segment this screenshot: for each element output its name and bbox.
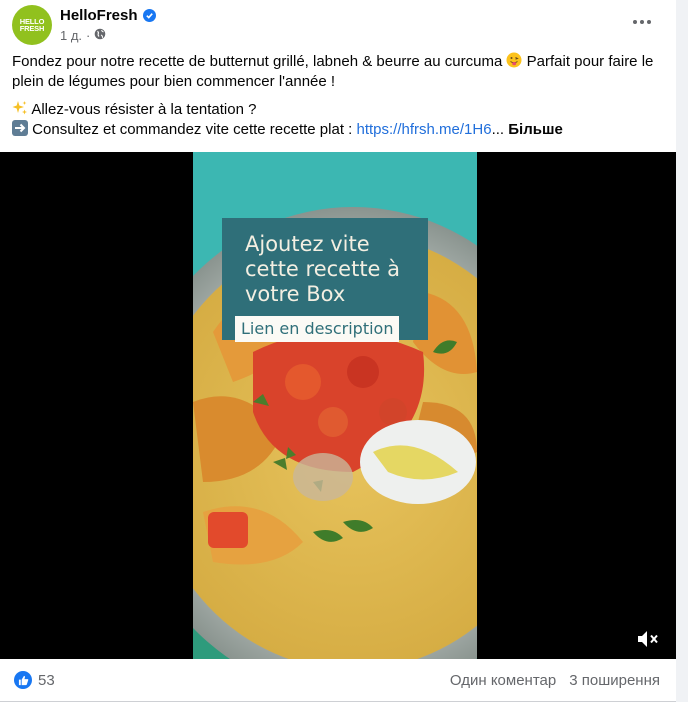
video-frame[interactable]: Ajoutez vite cette recette à votre Box L… [193, 152, 477, 659]
post-time[interactable]: 1 д. [60, 28, 82, 43]
overlay-title: Ajoutez vite cette recette à votre Box [245, 232, 401, 306]
promo-overlay: Ajoutez vite cette recette à votre Box L… [222, 218, 428, 342]
mute-icon[interactable] [636, 627, 660, 651]
facebook-post: HELLO FRESH HelloFresh 1 д. · Fondez pou… [0, 0, 676, 702]
overlay-link-button[interactable]: Lien en description [235, 316, 400, 342]
caption-paragraph-2: Allez-vous résister à la tentation ? Con… [12, 100, 667, 140]
post-header: HELLO FRESH HelloFresh 1 д. · [12, 4, 672, 48]
video-player[interactable]: Ajoutez vite cette recette à votre Box L… [0, 152, 676, 659]
shares-count[interactable]: 3 поширення [569, 672, 660, 689]
post-footer: 53 Один коментар 3 поширення [0, 660, 676, 702]
page-background [676, 0, 688, 702]
meta-separator: · [86, 28, 91, 43]
like-icon [14, 671, 32, 689]
tongue-emoji-icon [506, 52, 522, 68]
more-options-icon[interactable] [624, 10, 660, 34]
globe-icon [94, 28, 106, 43]
ellipsis: ... [491, 121, 505, 138]
right-arrow-icon [12, 120, 28, 136]
caption-text: Allez-vous résister à la tentation ? [31, 101, 257, 118]
avatar-logo-text: FRESH [19, 24, 45, 33]
reactions-summary[interactable]: 53 [14, 671, 55, 689]
recipe-link[interactable]: https://hfrsh.me/1H6 [357, 121, 492, 138]
engagement-counts: Один коментар 3 поширення [450, 672, 660, 689]
likes-count[interactable]: 53 [38, 672, 55, 689]
caption-text: Consultez et commandez vite cette recett… [32, 121, 353, 138]
page-name-row: HelloFresh [60, 7, 156, 24]
sparkles-icon [12, 100, 28, 116]
comments-count[interactable]: Один коментар [450, 672, 556, 689]
page-avatar[interactable]: HELLO FRESH [12, 5, 52, 45]
page-name[interactable]: HelloFresh [60, 7, 138, 24]
post-caption: Fondez pour notre recette de butternut g… [12, 52, 667, 140]
caption-text: Fondez pour notre recette de butternut g… [12, 53, 503, 70]
post-meta: 1 д. · [60, 28, 106, 43]
caption-paragraph-1: Fondez pour notre recette de butternut g… [12, 52, 667, 92]
see-more-button[interactable]: Більше [508, 121, 563, 138]
verified-badge-icon [142, 9, 156, 22]
